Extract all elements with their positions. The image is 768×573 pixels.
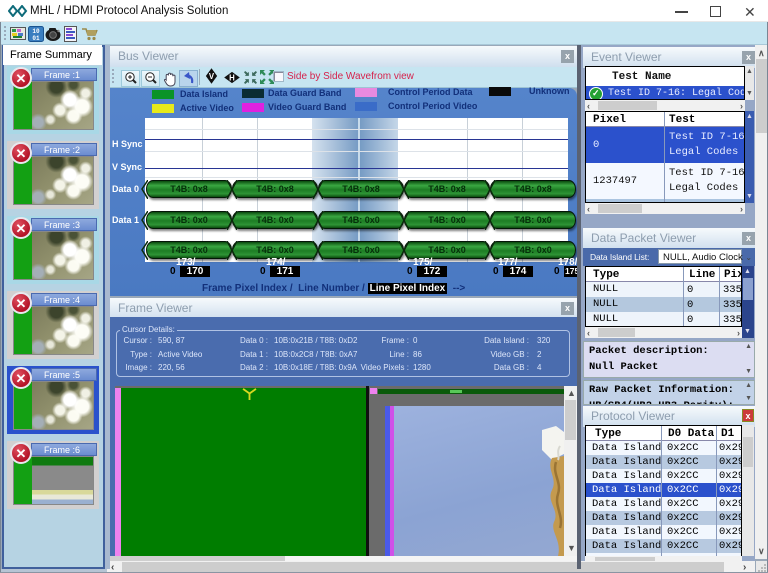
svg-text:01: 01	[32, 35, 40, 42]
svg-text:V: V	[209, 72, 215, 81]
svg-text:10: 10	[32, 28, 40, 35]
svg-text:H: H	[229, 74, 235, 83]
